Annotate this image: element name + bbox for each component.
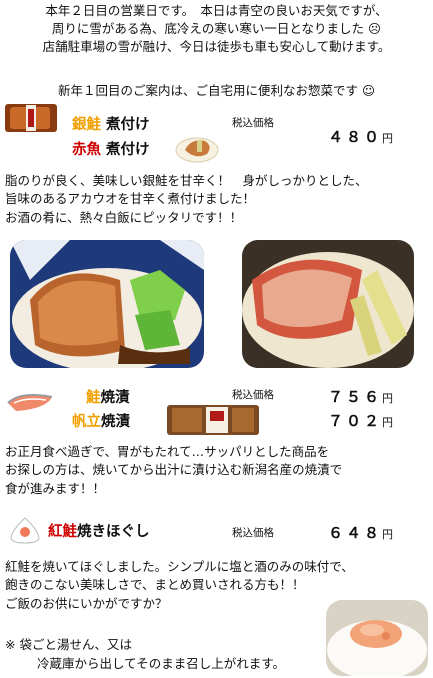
- product2-desc-2: お探しの方は、焼いてから出汁に漬け込む新潟名産の焼漬で: [5, 462, 343, 477]
- product3-price: ６４８円: [328, 524, 394, 542]
- product1-tax-label: 税込価格: [232, 117, 274, 129]
- onigiri-icon: [8, 516, 42, 544]
- product3-tax-label: 税込価格: [232, 527, 274, 539]
- salmon-flakes-on-rice-photo: [326, 600, 428, 676]
- product-hotate-yakizuke-name: 帆立焼漬: [72, 414, 130, 430]
- product3-desc-1: 紅鮭を焼いてほぐしました。シンプルに塩と酒のみの味付で、: [5, 559, 354, 574]
- intro-line-2: 周りに雪がある為、底冷えの寒い寒い一日となりました ☹: [51, 21, 382, 36]
- product2-desc-3: 食が進みます！！: [5, 481, 106, 496]
- salmon-slice-icon: [6, 391, 54, 413]
- intro-line-1: 本年２日目の営業日です。 本日は青空の良いお天気ですが、: [45, 3, 388, 18]
- yakizuke-package-image: [166, 403, 260, 437]
- product2-tax-label: 税込価格: [232, 389, 274, 401]
- product1-desc-1: 脂のりが良く、美味しい銀鮭を甘辛く！ 身がしっかりとした、: [5, 173, 368, 188]
- salmon-package-image: [4, 101, 58, 135]
- product-akauo-name: 赤魚 煮付け: [72, 142, 150, 158]
- product-benizake-hogushi-name: 紅鮭焼きほぐし: [48, 524, 150, 540]
- note-line-1: ※ 袋ごと湯せん、又は: [5, 637, 132, 652]
- note-line-2: 冷蔵庫から出してそのまま召し上がれます。: [37, 656, 286, 671]
- product1-price: ４８０円: [328, 128, 394, 146]
- product-gin-salmon-name: 銀鮭 煮付け: [72, 117, 150, 133]
- intro-line-3: 店舗駐車場の雪が融け、今日は徒歩も車も安心して動けます。: [42, 39, 391, 54]
- product-salmon-yakizuke-name: 鮭焼漬: [86, 390, 130, 406]
- product3-desc-2: 飽きのこない美味しさで、まとめ買いされる方も！！: [5, 577, 305, 592]
- akauo-nitsuke-photo: [242, 240, 414, 368]
- guide-line: 新年１回目のご案内は、ご自宅用に便利なお惣菜です ☺: [57, 83, 375, 98]
- product2-price-hotate: ７０２円: [328, 412, 394, 430]
- redfish-dish-image: [175, 132, 219, 164]
- product3-desc-3: ご飯のお供にいかがですか？: [5, 596, 168, 611]
- product1-desc-3: お酒の肴に、熱々白飯にピッタリです！！: [5, 210, 243, 225]
- product1-desc-2: 旨味のあるアカウオを甘辛く煮付けました！: [5, 191, 256, 206]
- salmon-nitsuke-photo: [10, 240, 204, 368]
- product2-desc-1: お正月食べ過ぎで、胃がもたれて…サッパリとした商品を: [5, 444, 330, 459]
- product2-price-salmon: ７５６円: [328, 388, 394, 406]
